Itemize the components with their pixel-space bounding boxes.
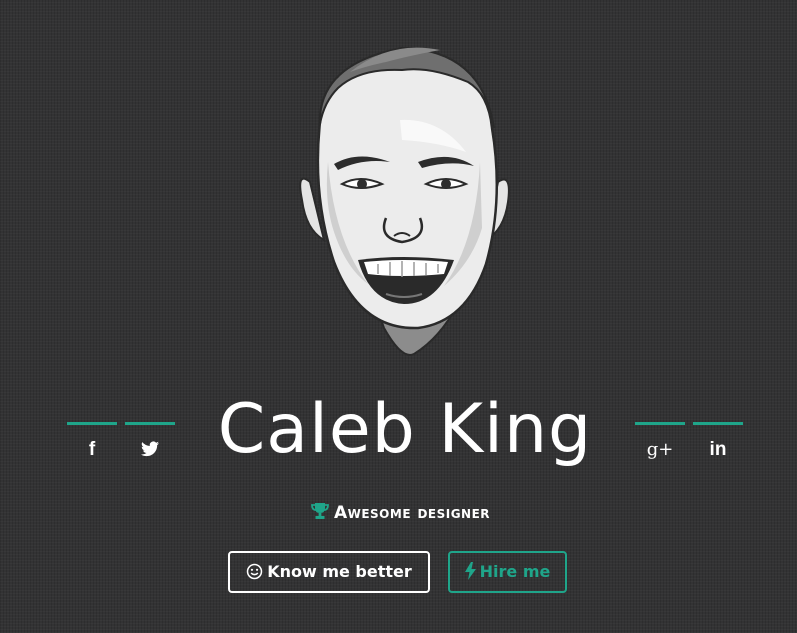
page-title: Caleb King (217, 390, 593, 469)
lightning-bolt-icon (464, 562, 476, 580)
hire-me-label: Hire me (479, 562, 551, 581)
tagline: Awesome designer (200, 500, 600, 526)
google-plus-icon: g+ (646, 439, 674, 460)
hire-me-button[interactable]: Hire me (448, 551, 567, 593)
linkedin-link[interactable]: in (693, 422, 743, 463)
twitter-icon (125, 437, 175, 463)
linkedin-icon: in (709, 439, 727, 460)
know-me-better-button[interactable]: Know me better (228, 551, 430, 593)
twitter-link[interactable] (125, 422, 175, 463)
accent-divider (693, 422, 743, 425)
accent-divider (67, 422, 117, 425)
tagline-text: Awesome designer (333, 503, 491, 523)
accent-divider (635, 422, 685, 425)
know-me-better-label: Know me better (267, 562, 412, 581)
avatar-illustration (299, 46, 510, 356)
facebook-icon: f (88, 439, 96, 460)
accent-divider (125, 422, 175, 425)
smiley-icon (246, 563, 263, 580)
google-plus-link[interactable]: g+ (635, 422, 685, 463)
trophy-icon (311, 503, 329, 519)
facebook-link[interactable]: f (67, 422, 117, 463)
